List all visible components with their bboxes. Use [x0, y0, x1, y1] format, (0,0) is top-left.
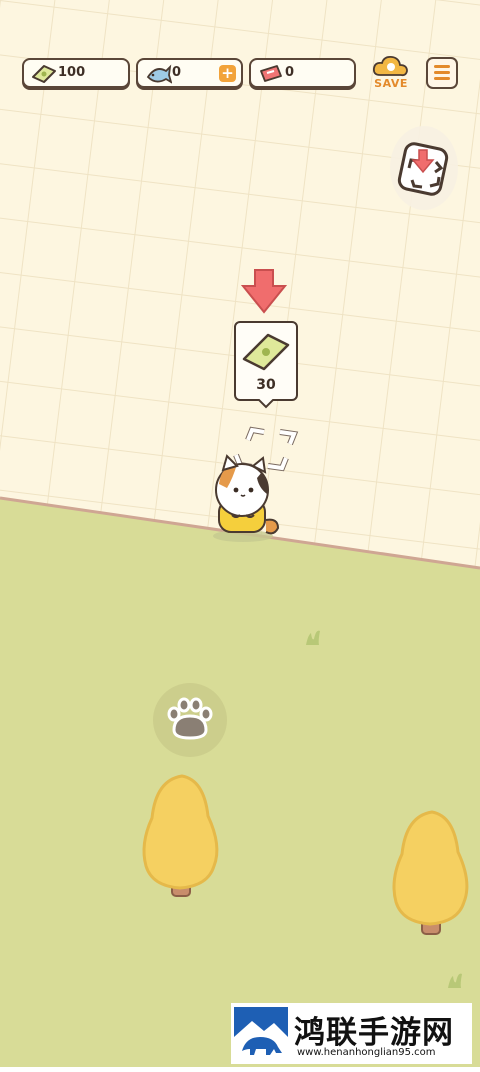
save-button[interactable]: SAVE [370, 55, 412, 93]
ticket-counter: 0 [249, 58, 356, 88]
bubble-tail [258, 399, 274, 409]
grass-field [0, 498, 480, 1067]
save-label: SAVE [374, 77, 408, 90]
watermark-title: 鸿联手游网 [294, 1015, 454, 1051]
fish-icon [146, 64, 172, 84]
cash-icon [242, 333, 290, 371]
placement-mode-button[interactable] [388, 124, 460, 212]
purchase-cost: 30 [256, 377, 276, 393]
game-scene: 100 0 + 0 SAVE 30 鸿联手游网 www.henanhonglia… [0, 0, 480, 1067]
purchase-bubble[interactable]: 30 [234, 321, 298, 409]
cash-value: 100 [58, 65, 86, 80]
cash-counter: 100 [22, 58, 130, 88]
fish-counter: 0 + [136, 58, 243, 88]
add-fish-button[interactable]: + [219, 65, 236, 82]
paw-icon [167, 697, 213, 740]
menu-button[interactable] [426, 57, 458, 89]
fish-value: 0 [172, 65, 182, 80]
paw-button[interactable] [160, 690, 220, 750]
watermark: 鸿联手游网 www.henanhonglian95.com [231, 1003, 472, 1064]
place-item-icon [390, 126, 458, 210]
watermark-url: www.henanhonglian95.com [297, 1047, 436, 1058]
ticket-value: 0 [285, 65, 295, 80]
ticket-icon [260, 65, 282, 82]
bison-logo [234, 1007, 288, 1061]
cash-icon [32, 65, 56, 83]
